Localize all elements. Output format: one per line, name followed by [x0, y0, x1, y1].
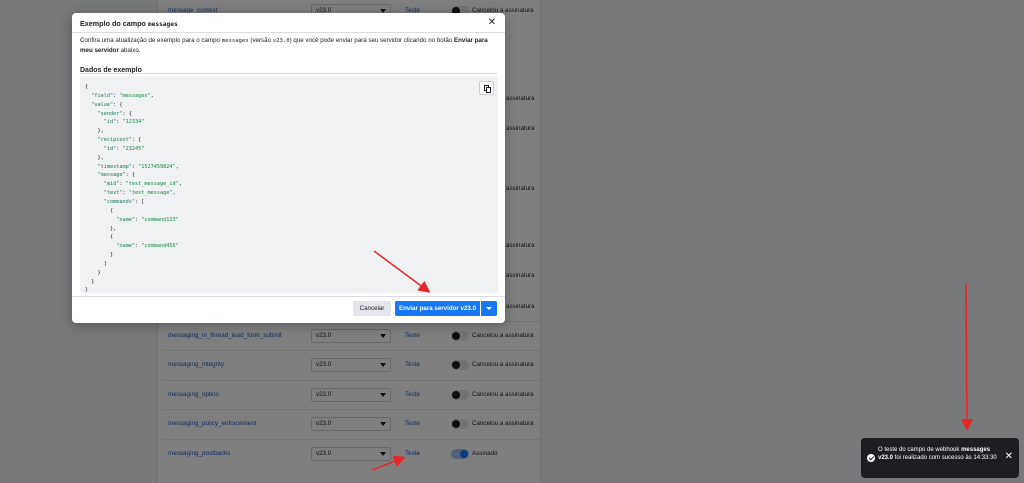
arrow-to-send-button: [373, 250, 431, 293]
arrow-to-test-link: [371, 455, 406, 471]
arrow-to-toast: [960, 283, 973, 431]
annotation-arrows: [371, 250, 973, 471]
